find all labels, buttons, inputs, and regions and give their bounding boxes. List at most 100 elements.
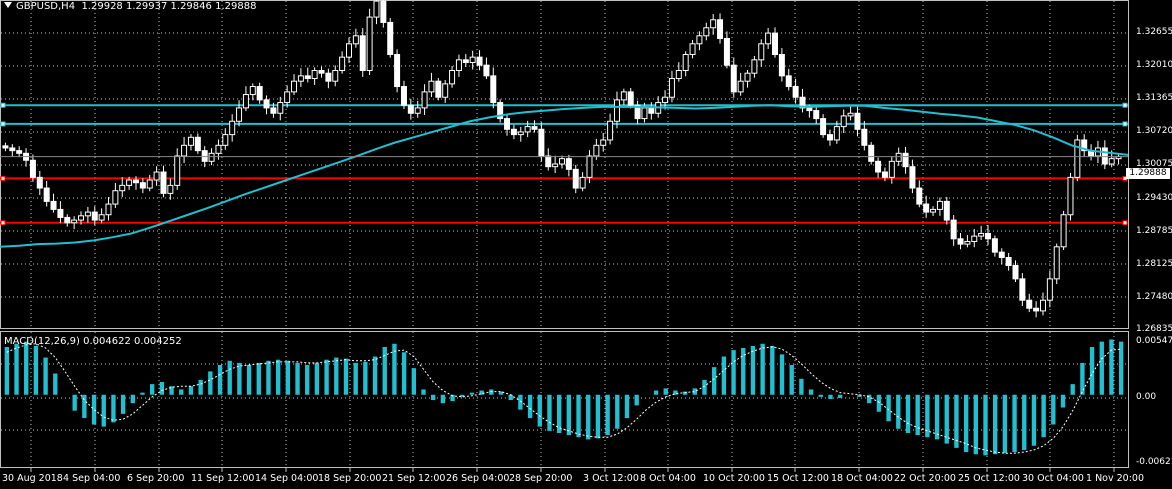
candle-body <box>923 203 930 213</box>
level-anchor-handle <box>0 175 6 181</box>
candle-body <box>971 235 978 242</box>
candle-body <box>1039 299 1046 312</box>
candle-body <box>943 200 950 221</box>
time-tick-label: 18 Oct 04:00 <box>831 473 893 484</box>
candle-body <box>881 171 888 178</box>
symbol-timeframe: GBPUSD,H4 <box>16 1 76 12</box>
time-tick-label: 4 Sep 04:00 <box>63 473 121 484</box>
candle-body <box>160 171 167 194</box>
time-tick-label: 30 Aug 2018 <box>2 473 63 484</box>
candle-body <box>208 152 215 162</box>
chart-menu-triangle-icon[interactable] <box>4 2 12 8</box>
candle-body <box>84 211 91 217</box>
candle-body <box>91 211 98 221</box>
candle-body <box>572 168 579 189</box>
moving-average-line <box>0 104 1129 248</box>
candle-body <box>407 104 414 114</box>
candle-body <box>1005 256 1012 266</box>
candle-body <box>469 56 476 64</box>
chart-canvas[interactable] <box>0 0 1172 489</box>
candle-body <box>1108 158 1115 165</box>
candle-body <box>325 72 332 82</box>
candle-body <box>861 128 868 146</box>
candle-body <box>710 19 717 29</box>
candle-body <box>428 80 435 93</box>
candle-body <box>964 240 971 245</box>
candle-body <box>723 37 730 66</box>
time-tick-label: 8 Oct 04:00 <box>640 473 696 484</box>
candle-body <box>703 27 710 37</box>
candle-body <box>565 158 572 170</box>
candle-body <box>717 19 724 39</box>
time-tick-label: 14 Sep 04:00 <box>255 473 319 484</box>
candle-body <box>531 126 538 130</box>
candle-body <box>490 75 497 104</box>
level-anchor-handle <box>0 220 6 226</box>
candle-body <box>758 43 765 61</box>
candle-body <box>778 53 785 77</box>
candle-body <box>98 214 105 221</box>
macd-tick-label: -0.006217 <box>1136 457 1172 467</box>
candle-body <box>978 232 985 237</box>
macd-tick-label: 0.005478 <box>1136 336 1172 346</box>
current-price-label: 1.29888 <box>1126 168 1170 179</box>
candle-body <box>751 59 758 74</box>
candle-body <box>64 216 71 224</box>
candle-body <box>600 139 607 146</box>
candle-body <box>132 179 139 184</box>
time-tick-label: 1 Nov 20:00 <box>1086 473 1145 484</box>
candle-body <box>332 70 339 82</box>
candle-body <box>641 107 648 120</box>
candle-body <box>806 107 813 112</box>
candle-body <box>985 232 992 240</box>
candle-body <box>366 16 373 72</box>
chart-title: GBPUSD,H4 1.29928 1.29937 1.29846 1.2988… <box>4 1 256 12</box>
candle-body <box>167 184 174 194</box>
candle-body <box>1067 176 1074 216</box>
candle-body <box>538 128 545 157</box>
candle-body <box>662 96 669 104</box>
candle-body <box>174 155 181 186</box>
price-tick-label: 1.31365 <box>1136 93 1172 103</box>
price-tick-label: 1.28125 <box>1136 259 1172 269</box>
candle-body <box>304 75 311 80</box>
candle-body <box>263 99 270 109</box>
time-tick-label: 21 Sep 12:00 <box>382 473 446 484</box>
candle-body <box>785 75 792 88</box>
candle-body <box>126 179 133 186</box>
macd-tick-label: 0.00 <box>1136 392 1157 402</box>
candle-body <box>16 150 23 154</box>
candle-body <box>744 72 751 82</box>
candle-body <box>854 112 861 130</box>
candle-body <box>1053 246 1060 280</box>
candle-body <box>579 176 586 189</box>
candle-body <box>43 187 50 202</box>
candle-body <box>400 86 407 106</box>
candle-body <box>552 163 559 168</box>
candle-body <box>373 0 380 18</box>
candle-body <box>868 144 875 162</box>
candle-body <box>888 160 895 178</box>
candle-body <box>270 107 277 114</box>
candle-body <box>689 43 696 55</box>
candle-body <box>442 83 449 98</box>
candle-body <box>730 64 737 93</box>
candle-body <box>139 182 146 189</box>
candle-body <box>236 107 243 122</box>
candle-body <box>820 118 827 136</box>
candle-body <box>1101 147 1108 165</box>
candle-body <box>737 80 744 93</box>
macd-indicator-title: MACD(12,26,9) 0.004622 0.004252 <box>4 336 182 347</box>
candle-body <box>826 134 833 141</box>
candle-body <box>675 70 682 80</box>
price-tick-label: 1.29430 <box>1136 193 1172 203</box>
candle-body <box>242 94 249 109</box>
time-tick-label: 10 Oct 20:00 <box>703 473 765 484</box>
candle-body <box>936 200 943 210</box>
candle-body <box>950 219 957 240</box>
candle-body <box>696 35 703 45</box>
candle-body <box>833 126 840 141</box>
time-tick-label: 28 Sep 20:00 <box>509 473 573 484</box>
candle-body <box>222 134 229 146</box>
price-tick-label: 1.32655 <box>1136 27 1172 37</box>
